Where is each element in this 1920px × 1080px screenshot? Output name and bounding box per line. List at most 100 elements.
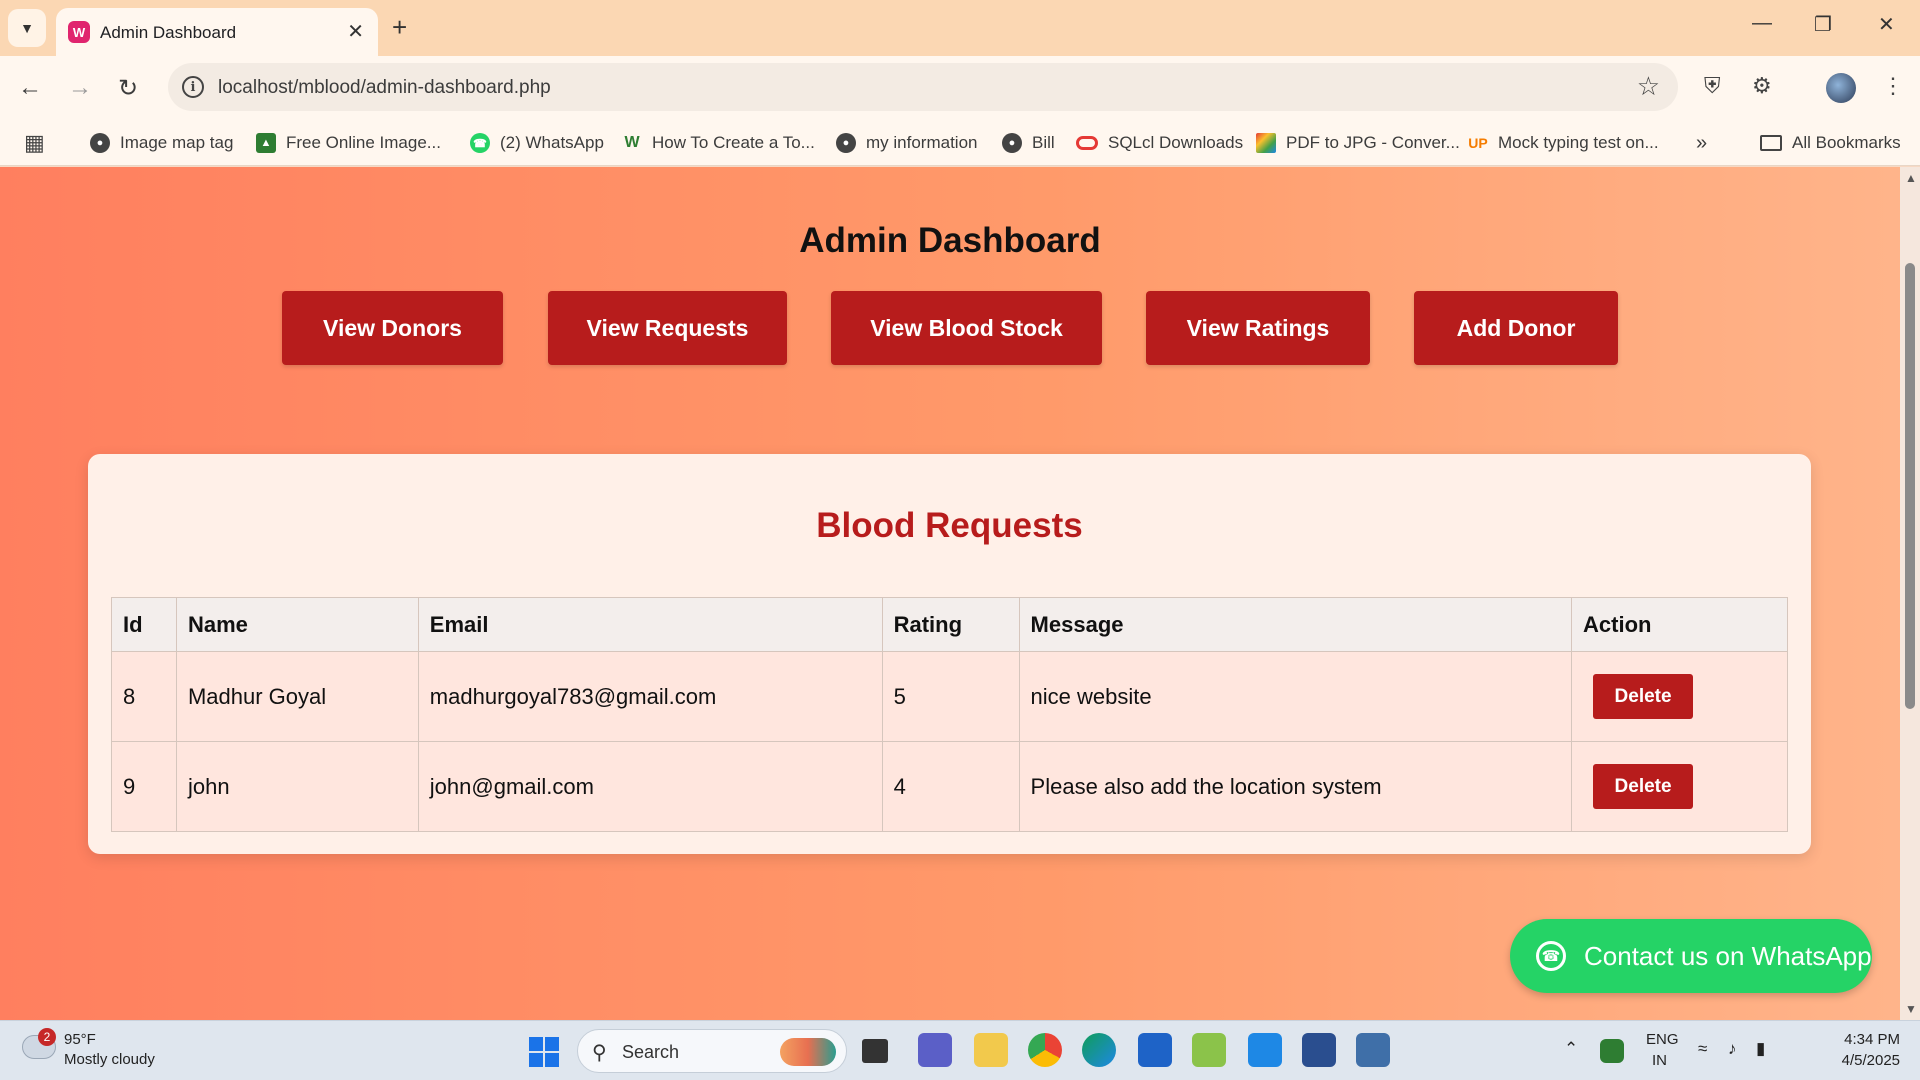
table-row: 9 john john@gmail.com 4 Please also add … [111,741,1788,832]
site-info-icon[interactable]: i [182,76,204,98]
language-bottom[interactable]: IN [1652,1052,1667,1069]
bookmark-item[interactable]: SQLcl Downloads [1076,128,1243,158]
address-bar[interactable]: i localhost/mblood/admin-dashboard.php ☆ [168,63,1678,111]
window-close-icon[interactable]: ✕ [1878,12,1895,37]
scrollbar-thumb[interactable] [1905,263,1915,709]
cell-email: john@gmail.com [417,741,883,832]
url-text[interactable]: localhost/mblood/admin-dashboard.php [218,77,551,99]
scroll-up-icon[interactable]: ▲ [1905,171,1917,185]
bookmark-item[interactable]: ● Bill [1002,128,1055,158]
whatsapp-label: Contact us on WhatsApp [1584,940,1872,971]
header-rating: Rating [881,597,1020,652]
header-message: Message [1018,597,1573,652]
image-icon: ▲ [256,133,276,153]
extension-shield-icon[interactable]: ⛨ [1704,73,1721,99]
folder-icon [1760,135,1782,151]
more-bookmarks-chevron-icon[interactable]: » [1696,128,1707,158]
restore-icon[interactable]: ❐ [1814,12,1832,37]
weather-description: Mostly cloudy [64,1051,155,1068]
bookmark-label: Mock typing test on... [1498,133,1659,152]
all-bookmarks-label: All Bookmarks [1792,133,1901,152]
search-highlight-art [780,1038,836,1066]
view-ratings-button[interactable]: View Ratings [1146,291,1370,365]
task-view-icon[interactable] [862,1039,888,1063]
chrome-icon[interactable] [1028,1033,1062,1067]
store-icon[interactable] [1138,1033,1172,1067]
tab-search-button[interactable]: ▼ [8,9,46,47]
bookmark-item[interactable]: ▲ Free Online Image... [256,128,441,158]
whatsapp-icon: ☎ [1536,941,1566,971]
workbench-icon[interactable] [1302,1033,1336,1067]
browser-tab-bar: ▼ W Admin Dashboard ✕ + — ❐ ✕ [0,0,1920,56]
reload-icon[interactable]: ↻ [118,74,138,103]
section-title: Blood Requests [816,506,1083,545]
bookmark-item[interactable]: ● my information [836,128,977,158]
whatsapp-icon: ☎ [470,133,490,153]
bookmark-item[interactable]: ● Image map tag [90,128,233,158]
requests-table: Id Name Email Rating Message Action 8 Ma… [111,597,1788,832]
apps-grid-icon[interactable]: ▦ [24,128,45,158]
windows-start-icon[interactable] [529,1037,559,1067]
view-requests-button[interactable]: View Requests [548,291,787,365]
menu-kebab-icon[interactable]: ⋮ [1882,73,1904,99]
wifi-icon[interactable]: ≈ [1698,1039,1707,1059]
vscode-icon[interactable] [1248,1033,1282,1067]
requests-card: Blood Requests Id Name Email Rating Mess… [88,454,1811,854]
file-explorer-icon[interactable] [974,1033,1008,1067]
header-email: Email [417,597,883,652]
taskbar-search-box[interactable]: ⚲ Search [577,1029,847,1073]
virtualbox-icon[interactable] [1356,1033,1390,1067]
page-scrollbar[interactable]: ▲ ▼ [1900,167,1920,1020]
add-donor-button[interactable]: Add Donor [1414,291,1618,365]
bookmark-item[interactable]: ☎ (2) WhatsApp [470,128,604,158]
weather-temperature: 95°F [64,1031,96,1048]
header-name: Name [175,597,419,652]
cell-name: john [175,741,419,832]
minimize-icon[interactable]: — [1752,12,1772,35]
close-icon[interactable]: ✕ [347,19,364,44]
notepad-plus-icon[interactable] [1192,1033,1226,1067]
profile-avatar[interactable] [1826,73,1856,103]
chevron-down-icon: ▼ [20,20,34,36]
bookmark-label: Bill [1032,133,1055,152]
new-tab-button[interactable]: + [392,12,407,43]
whatsapp-contact-button[interactable]: ☎ Contact us on WhatsApp [1510,919,1872,993]
scroll-down-icon[interactable]: ▼ [1905,1002,1917,1016]
bookmark-star-icon[interactable]: ☆ [1637,71,1660,102]
language-top[interactable]: ENG [1646,1031,1679,1048]
edge-icon[interactable] [1082,1033,1116,1067]
bookmark-item[interactable]: UP Mock typing test on... [1468,128,1659,158]
cell-message: nice website [1018,651,1573,742]
browser-tab-admin-dashboard[interactable]: W Admin Dashboard ✕ [56,8,378,56]
table-row: 8 Madhur Goyal madhurgoyal783@gmail.com … [111,651,1788,742]
teams-icon[interactable] [918,1033,952,1067]
forward-icon[interactable]: → [68,74,92,102]
clock-time[interactable]: 4:34 PM [1804,1031,1900,1048]
extensions-puzzle-icon[interactable]: ⚙ [1752,73,1772,99]
view-blood-stock-button[interactable]: View Blood Stock [831,291,1102,365]
w3-icon: W [624,134,640,151]
up-icon: UP [1468,135,1488,151]
cell-action: Delete [1571,741,1788,832]
all-bookmarks-button[interactable]: All Bookmarks [1760,128,1901,158]
battery-icon[interactable]: ▮ [1756,1039,1765,1059]
delete-button[interactable]: Delete [1593,764,1694,809]
bookmark-item[interactable]: W How To Create a To... [622,128,814,158]
bookmark-item[interactable]: PDF to JPG - Conver... [1256,128,1460,158]
pdf-icon [1256,133,1276,153]
back-icon[interactable]: ← [18,74,42,102]
globe-icon: ● [90,133,110,153]
view-donors-button[interactable]: View Donors [282,291,503,365]
page-title: Admin Dashboard [799,221,1101,260]
bookmark-label: SQLcl Downloads [1108,133,1244,152]
tray-chevron-up-icon[interactable]: ⌃ [1564,1039,1578,1059]
volume-icon[interactable]: ♪ [1728,1039,1737,1059]
clock-date[interactable]: 4/5/2025 [1804,1052,1900,1069]
tray-app-icon[interactable] [1600,1039,1624,1063]
bookmark-label: my information [866,133,978,152]
bookmark-label: Image map tag [120,133,234,152]
cell-action: Delete [1571,651,1788,742]
tab-title: Admin Dashboard [100,23,237,42]
delete-button[interactable]: Delete [1593,674,1694,719]
windows-taskbar: 2 95°F Mostly cloudy ⚲ Search ⌃ ENG IN ≈… [0,1020,1920,1080]
